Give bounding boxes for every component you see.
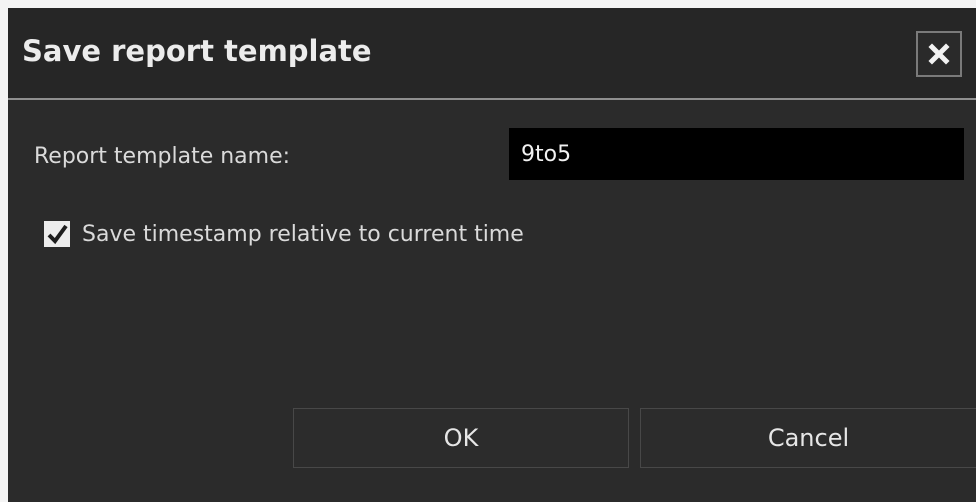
template-name-label: Report template name: xyxy=(34,144,291,169)
close-icon xyxy=(928,43,950,65)
dialog-titlebar: Save report template xyxy=(8,8,976,100)
template-name-input[interactable] xyxy=(509,128,964,180)
timestamp-checkbox-label: Save timestamp relative to current time xyxy=(82,221,524,247)
timestamp-checkbox-row[interactable]: Save timestamp relative to current time xyxy=(44,214,524,254)
checkmark-icon xyxy=(46,223,68,245)
timestamp-checkbox[interactable] xyxy=(44,221,70,247)
dialog-title: Save report template xyxy=(22,34,372,68)
save-report-template-dialog: Save report template Report template nam… xyxy=(8,8,976,502)
ok-button[interactable]: OK xyxy=(293,408,629,468)
cancel-button[interactable]: Cancel xyxy=(640,408,976,468)
close-button[interactable] xyxy=(916,31,962,77)
